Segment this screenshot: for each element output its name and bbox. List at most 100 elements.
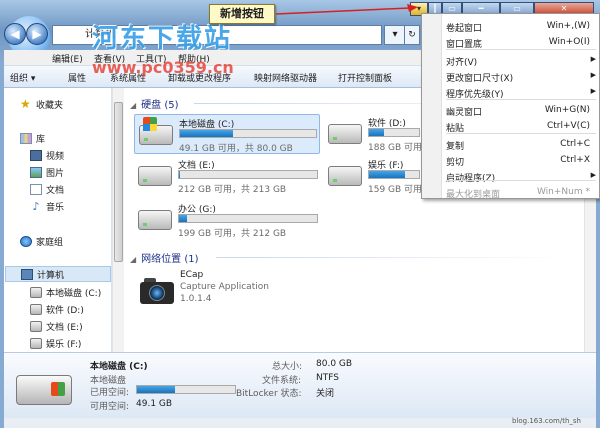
ecap-tile[interactable]: ECap Capture Application 1.0.1.4 <box>136 268 296 312</box>
context-menu-item[interactable]: 剪切 Ctrl+X <box>422 152 600 168</box>
nav-drive-f-label: 娱乐 (F:) <box>46 339 82 350</box>
forward-button[interactable]: ▶ <box>26 23 48 45</box>
submenu-arrow-icon: ▶ <box>590 55 596 63</box>
context-menu-item-label: 最大化到桌面 <box>446 190 501 200</box>
submenu-arrow-icon: ▶ <box>590 71 596 79</box>
drive-c-usage-bar <box>179 129 317 138</box>
watermark-url: www.pc0359.cn <box>92 58 234 77</box>
address-dropdown-button[interactable]: ▾ <box>384 25 406 45</box>
drive-f-tile[interactable]: 娱乐 (F:) 159 GB 可用 <box>324 156 424 196</box>
video-icon <box>30 149 42 161</box>
nav-videos[interactable]: 视频 <box>30 147 64 163</box>
ecap-description: Capture Application <box>180 282 269 292</box>
nav-drive-e[interactable]: 文档 (E:) <box>30 318 83 334</box>
open-control-panel-button[interactable]: 打开控制面板 <box>338 71 392 84</box>
menu-separator <box>446 133 596 134</box>
nav-drive-f[interactable]: 娱乐 (F:) <box>30 335 81 351</box>
details-fs-value: NTFS <box>316 373 339 383</box>
ecap-name: ECap <box>180 270 204 280</box>
nav-computer[interactable]: 计算机 <box>5 266 111 282</box>
picture-icon <box>30 166 42 178</box>
drive-c-free: 49.1 GB 可用，共 80.0 GB <box>179 144 293 154</box>
drive-d-usage-bar <box>368 128 420 137</box>
nav-drive-c[interactable]: 本地磁盘 (C:) <box>30 284 101 300</box>
drive-icon <box>328 166 362 186</box>
navigation-pane: ★ 收藏夹 库 视频 图片 文档 ♪ 音乐 家庭组 计算机 本地磁盘 (C:) … <box>4 88 112 352</box>
map-network-drive-button[interactable]: 映射网络驱动器 <box>254 71 317 84</box>
context-menu-item-label: 卷起窗口 <box>446 24 483 34</box>
drive-g-tile[interactable]: 办公 (G:) 199 GB 可用，共 212 GB <box>134 200 324 240</box>
context-menu-item-label: 启动程序(Z) <box>446 174 496 184</box>
details-drive-name: 本地磁盘 (C:) <box>90 362 148 372</box>
drive-d-tile[interactable]: 软件 (D:) 188 GB 可用 <box>324 114 424 154</box>
context-menu-item-shortcut: Ctrl+C <box>560 139 590 149</box>
nav-pictures-label: 图片 <box>46 168 65 179</box>
drive-e-free: 212 GB 可用，共 213 GB <box>178 185 287 195</box>
details-total-value: 80.0 GB <box>316 359 353 369</box>
drive-icon <box>328 124 362 144</box>
nav-libraries[interactable]: 库 <box>20 130 45 146</box>
drive-icon <box>138 166 172 186</box>
network-locations-header[interactable]: ◢ 网络位置 (1) <box>130 250 199 265</box>
menu-separator <box>446 180 596 181</box>
hard-disks-header[interactable]: ◢ 硬盘 (5) <box>130 96 179 111</box>
details-used-label: 已用空间: <box>90 388 130 398</box>
context-menu-item[interactable]: 粘贴 Ctrl+V(C) <box>422 118 600 134</box>
computer-icon <box>21 268 33 280</box>
properties-button[interactable]: 属性 <box>68 71 86 84</box>
back-button[interactable]: ◀ <box>4 23 26 45</box>
menu-edit[interactable]: 编辑(E) <box>52 52 83 65</box>
context-menu-item[interactable]: 对齐(V) ▶ <box>422 52 600 68</box>
context-menu-item[interactable]: 最大化到桌面 Win+Num * <box>422 184 600 200</box>
context-menu-item[interactable]: 窗口置底 Win+O(I) <box>422 34 600 50</box>
nav-documents-label: 文档 <box>46 185 65 196</box>
drive-c-tile[interactable]: 本地磁盘 (C:) 49.1 GB 可用，共 80.0 GB <box>134 114 320 154</box>
drive-f-usage-bar <box>368 170 420 179</box>
navigation-scrollbar-thumb[interactable] <box>114 102 123 262</box>
drive-icon <box>30 303 42 315</box>
hard-disks-header-label: 硬盘 (5) <box>141 100 179 111</box>
drive-d-usage-fill <box>369 129 384 136</box>
context-menu-item[interactable]: 启动程序(Z) ▶ <box>422 168 600 184</box>
refresh-button[interactable]: ↻ <box>404 25 420 45</box>
drive-f-usage-fill <box>369 171 405 178</box>
context-menu-item[interactable]: 复制 Ctrl+C <box>422 136 600 152</box>
drive-e-usage-fill <box>179 171 181 178</box>
submenu-arrow-icon: ▶ <box>590 87 596 95</box>
nav-pictures[interactable]: 图片 <box>30 164 64 180</box>
nav-libraries-label: 库 <box>36 134 46 145</box>
nav-favorites[interactable]: ★ 收藏夹 <box>20 96 63 112</box>
nav-homegroup[interactable]: 家庭组 <box>20 233 63 249</box>
nav-drive-d-label: 软件 (D:) <box>46 305 84 316</box>
context-menu-item[interactable]: 程序优先级(Y) ▶ <box>422 84 600 100</box>
collapse-triangle-icon: ◢ <box>130 255 137 264</box>
context-menu-item-shortcut: Ctrl+V(C) <box>546 121 590 131</box>
details-free-value: 49.1 GB <box>136 399 173 409</box>
nav-drive-d[interactable]: 软件 (D:) <box>30 301 84 317</box>
context-menu-item[interactable]: 幽灵窗口 Win+G(N) <box>422 102 600 118</box>
drive-e-tile[interactable]: 文档 (E:) 212 GB 可用，共 213 GB <box>134 156 324 196</box>
context-menu-item[interactable]: 更改窗口尺寸(X) ▶ <box>422 68 600 84</box>
submenu-arrow-icon: ▶ <box>590 171 596 179</box>
context-menu-item[interactable]: 卷起窗口 Win+,(W) <box>422 18 600 34</box>
star-icon: ★ <box>20 96 31 111</box>
homegroup-icon <box>20 235 32 247</box>
details-pane: 本地磁盘 (C:) 本地磁盘 已用空间: 可用空间: 49.1 GB 总大小: … <box>4 352 596 418</box>
windows-logo-icon <box>143 117 157 131</box>
context-menu-item-label: 剪切 <box>446 158 465 168</box>
context-menu-item-label: 复制 <box>446 142 465 152</box>
nav-documents[interactable]: 文档 <box>30 181 64 197</box>
details-free-label: 可用空间: <box>90 402 130 412</box>
nav-music[interactable]: ♪ 音乐 <box>30 198 64 214</box>
navigation-scrollbar[interactable] <box>112 88 124 352</box>
organize-button[interactable]: 组织 ▾ <box>10 71 35 84</box>
network-locations-header-label: 网络位置 (1) <box>141 254 199 265</box>
library-icon <box>20 132 32 144</box>
nav-videos-label: 视频 <box>46 151 65 162</box>
camera-icon <box>140 276 174 304</box>
details-usage-fill <box>137 386 176 393</box>
drive-icon <box>138 210 172 230</box>
new-button-callout: 新增按钮 <box>209 4 275 24</box>
document-icon <box>30 183 42 195</box>
nav-homegroup-label: 家庭组 <box>36 237 64 248</box>
